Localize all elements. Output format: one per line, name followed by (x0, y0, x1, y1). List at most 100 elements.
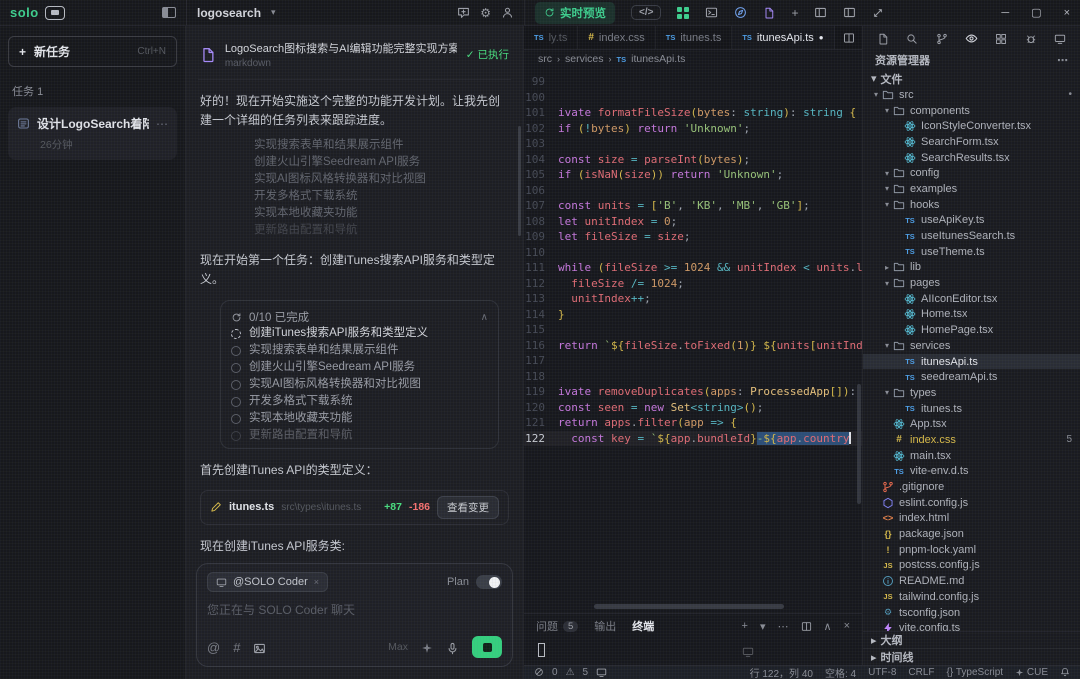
more-icon[interactable]: ⋯ (778, 620, 789, 633)
artifact-card[interactable]: LogoSearch图标搜索与AI编辑功能完整实现方案 markdown ✓ 已… (198, 32, 511, 80)
chat-input-placeholder[interactable]: 您正在与 SOLO Coder 聊天 (207, 601, 502, 636)
terminal-dropdown-icon[interactable]: ▾ (760, 620, 766, 633)
indentation[interactable]: 空格: 4 (825, 665, 856, 679)
tree-file-tailwind.config.js[interactable]: JStailwind.config.js (863, 589, 1080, 605)
terminal-icon[interactable] (705, 6, 718, 19)
new-chat-icon[interactable] (457, 6, 470, 19)
hash-icon[interactable]: # (233, 640, 240, 655)
chevron-right-icon[interactable]: ▸ (882, 263, 892, 272)
tree-file-useApiKey.ts[interactable]: TSuseApiKey.ts (863, 213, 1080, 229)
todo-item[interactable]: 实现AI图标风格转换器和对比视图 (231, 376, 488, 393)
live-preview-button[interactable]: 实时预览 (535, 2, 615, 24)
close-panel-icon[interactable]: × (844, 620, 850, 632)
view-changes-button[interactable]: 查看变更 (437, 496, 499, 519)
sparkle-icon[interactable] (421, 640, 433, 655)
tree-file-SearchResults.tsx[interactable]: SearchResults.tsx (863, 150, 1080, 166)
outline-section[interactable]: ▸ 大纲 (863, 631, 1080, 648)
plan-toggle[interactable] (476, 575, 502, 589)
account-icon[interactable] (501, 6, 514, 19)
code-line[interactable]: 106 (524, 183, 862, 199)
vertical-scrollbar[interactable] (857, 384, 861, 504)
ports-icon[interactable] (596, 667, 607, 678)
tree-folder-hooks[interactable]: ▾hooks (863, 197, 1080, 213)
chevron-down-icon[interactable]: ▾ (882, 169, 892, 178)
panel-tab-问题[interactable]: 问题5 (536, 618, 578, 634)
code-line[interactable]: 107const units = ['B', 'KB', 'MB', 'GB']… (524, 198, 862, 214)
tree-file-index.html[interactable]: <>index.html (863, 511, 1080, 527)
code-line[interactable]: 111while (fileSize >= 1024 && unitIndex … (524, 260, 862, 276)
window-maximize-icon[interactable]: ▢ (1031, 6, 1041, 19)
tree-file-eslint.config.js[interactable]: eslint.config.js (863, 495, 1080, 511)
agent-chip[interactable]: @SOLO Coder × (207, 572, 328, 592)
editor-tab-index.css[interactable]: #index.css (578, 26, 655, 49)
mic-icon[interactable] (446, 639, 459, 654)
code-view-button[interactable]: </> (631, 5, 661, 20)
tree-folder-src[interactable]: ▾src• (863, 87, 1080, 103)
tree-file-HomePage.tsx[interactable]: HomePage.tsx (863, 322, 1080, 338)
task-list-item[interactable]: 设计LogoSearch着陆页 ⋯ 26分钟 (8, 107, 177, 160)
code-line[interactable]: 116return `${fileSize.toFixed(1)} ${unit… (524, 338, 862, 354)
code-line[interactable]: 112 fileSize /= 1024; (524, 276, 862, 292)
todo-collapse-icon[interactable]: ∧ (481, 312, 488, 323)
breadcrumb-item[interactable]: services (565, 53, 604, 65)
tree-file-App.tsx[interactable]: App.tsx (863, 416, 1080, 432)
attach-image-icon[interactable] (253, 639, 266, 654)
stop-generation-button[interactable] (472, 636, 502, 658)
tree-folder-components[interactable]: ▾components (863, 103, 1080, 119)
eol[interactable]: CRLF (908, 667, 934, 678)
compass-icon[interactable] (734, 6, 747, 19)
cursor-position[interactable]: 行 122，列 40 (750, 665, 813, 679)
expand-diagonal-icon[interactable] (872, 7, 884, 19)
tree-file-README.md[interactable]: README.md (863, 573, 1080, 589)
chevron-down-icon[interactable]: ▾ (882, 106, 892, 115)
tree-file-pnpm-lock.yaml[interactable]: !pnpm-lock.yaml (863, 542, 1080, 558)
code-editor[interactable]: 99100101ivate formatFileSize(bytes: stri… (524, 68, 862, 613)
chat-session-dropdown[interactable]: logosearch (197, 6, 261, 20)
cue-status[interactable]: CUE (1015, 667, 1048, 678)
tree-file-seedreamApi.ts[interactable]: TSseedreamApi.ts (863, 369, 1080, 385)
source-control-icon[interactable] (936, 31, 948, 45)
tree-folder-examples[interactable]: ▾examples (863, 181, 1080, 197)
preview-eye-icon[interactable] (965, 31, 978, 45)
tree-folder-pages[interactable]: ▾pages (863, 275, 1080, 291)
code-line[interactable]: 105if (isNaN(size)) return 'Unknown'; (524, 167, 862, 183)
more-icon[interactable]: ⋯ (1057, 54, 1068, 67)
layout-right-icon[interactable] (843, 6, 856, 19)
chevron-down-icon[interactable]: ▾ (882, 184, 892, 193)
window-close-icon[interactable]: × (1064, 7, 1070, 19)
split-editor-icon[interactable] (843, 31, 855, 43)
tree-file-AIIconEditor.tsx[interactable]: AIIconEditor.tsx (863, 291, 1080, 307)
chat-input-box[interactable]: @SOLO Coder × Plan 您正在与 SOLO Coder 聊天 @ … (196, 563, 513, 667)
tree-file-postcss.config.js[interactable]: JSpostcss.config.js (863, 558, 1080, 574)
layout-left-icon[interactable] (814, 6, 827, 19)
horizontal-scrollbar[interactable] (594, 604, 784, 609)
code-line[interactable]: 114} (524, 307, 862, 323)
tree-file-main.tsx[interactable]: main.tsx (863, 448, 1080, 464)
maximize-panel-icon[interactable]: ∧ (824, 620, 832, 633)
tree-file-itunes.ts[interactable]: TSitunes.ts (863, 401, 1080, 417)
errors-icon[interactable] (534, 667, 544, 678)
terminal-view[interactable] (524, 638, 862, 665)
panel-tab-输出[interactable]: 输出 (594, 618, 616, 634)
code-line[interactable]: 102if (!bytes) return 'Unknown'; (524, 121, 862, 137)
code-line[interactable]: 104const size = parseInt(bytes); (524, 152, 862, 168)
code-line[interactable]: 120const seen = new Set<string>(); (524, 400, 862, 416)
tree-file-Home.tsx[interactable]: Home.tsx (863, 307, 1080, 323)
chip-remove-icon[interactable]: × (314, 577, 319, 587)
code-line[interactable]: 121return apps.filter(app => { (524, 415, 862, 431)
timeline-section[interactable]: ▸ 时间线 (863, 648, 1080, 665)
toggle-sidebar-icon[interactable] (162, 7, 176, 18)
new-terminal-icon[interactable]: + (742, 620, 748, 632)
chevron-down-icon[interactable]: ▾ (882, 200, 892, 209)
editor-tab-ly.ts[interactable]: TSly.ts (524, 26, 578, 49)
chevron-down-icon[interactable]: ▾ (882, 388, 892, 397)
search-icon[interactable] (906, 31, 918, 45)
todo-item[interactable]: 创建火山引擎Seedream API服务 (231, 359, 488, 376)
layout-grid-icon[interactable] (995, 31, 1007, 45)
debug-icon[interactable] (1025, 31, 1037, 45)
code-line[interactable]: 101ivate formatFileSize(bytes: string): … (524, 105, 862, 121)
chevron-down-icon[interactable]: ▾ (882, 341, 892, 350)
todo-item[interactable]: 实现本地收藏夹功能 (231, 410, 488, 427)
code-line[interactable]: 99 (524, 74, 862, 90)
breadcrumb-item[interactable]: src (538, 53, 552, 65)
